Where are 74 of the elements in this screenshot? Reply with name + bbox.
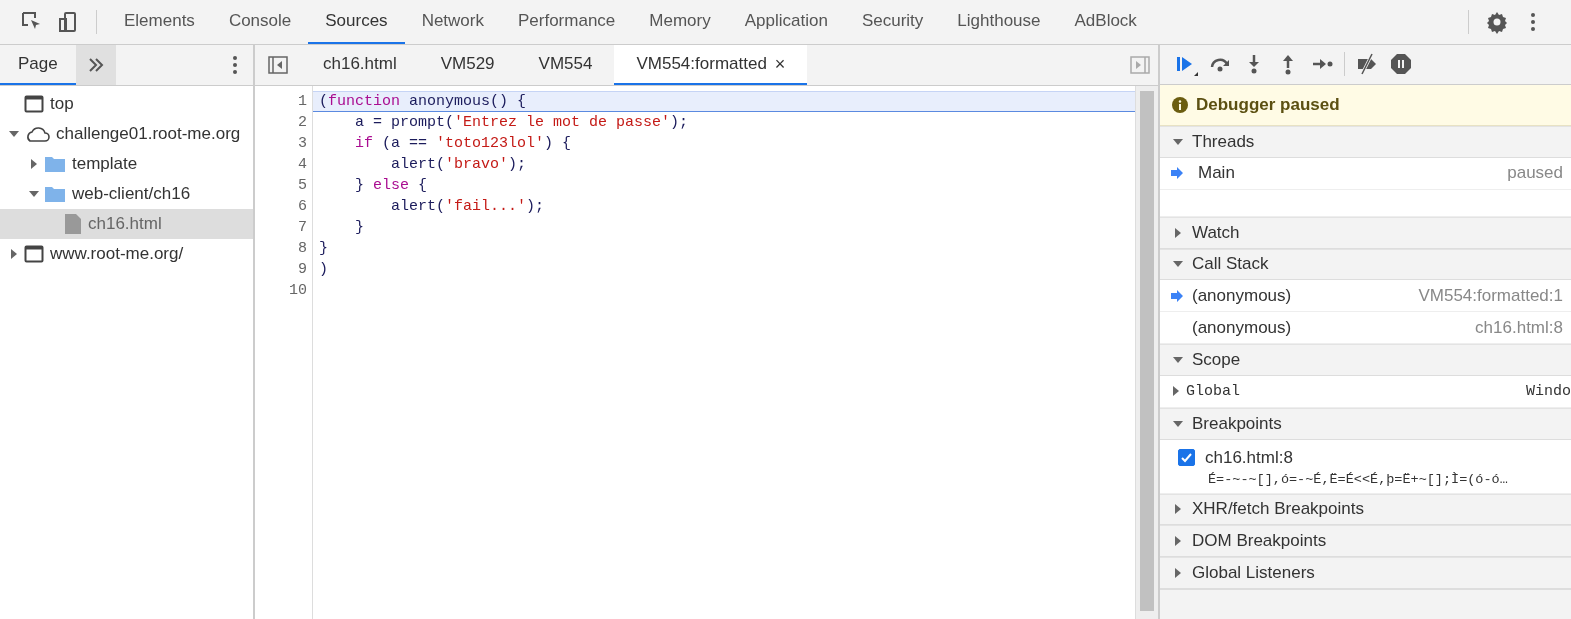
panel-tab[interactable]: AdBlock (1057, 0, 1154, 44)
call-frame[interactable]: (anonymous) VM554:formatted:1 (1160, 280, 1571, 313)
line-number: 2 (297, 113, 308, 133)
panel-tab[interactable]: Network (404, 0, 501, 44)
folder-icon (44, 185, 66, 203)
tree-label: ch16.html (88, 214, 162, 234)
line-number: 4 (297, 155, 308, 175)
tree-item[interactable]: challenge01.root-me.org (0, 119, 253, 149)
scope-row[interactable]: Global Windo (1160, 375, 1571, 408)
line-number: 1 (297, 92, 308, 112)
panel-tab[interactable]: Memory (632, 0, 728, 44)
current-frame-arrow-icon (1170, 166, 1184, 181)
code-line: if (a == 'toto123lol') { (354, 134, 573, 154)
code-line: alert('bravo'); (390, 155, 528, 175)
debugger-status: Debugger paused (1196, 94, 1340, 115)
tree-label: top (50, 94, 74, 114)
panel-tab[interactable]: Performance (501, 0, 633, 44)
section-header[interactable]: Threads (1160, 126, 1571, 158)
line-number: 10 (288, 281, 308, 301)
line-number: 5 (297, 176, 308, 196)
code-line: } (318, 239, 329, 259)
scrollbar[interactable] (1135, 86, 1158, 619)
section-header[interactable]: Call Stack (1160, 248, 1571, 281)
breakpoint-checkbox[interactable] (1178, 449, 1195, 467)
section-header[interactable]: Scope (1160, 344, 1571, 376)
deactivate-breakpoints-icon[interactable] (1355, 52, 1379, 77)
folder-icon (44, 155, 66, 173)
section-header[interactable]: Watch (1160, 216, 1571, 249)
file-tab[interactable]: ch16.html (301, 45, 419, 85)
thread-row[interactable]: Main paused (1160, 157, 1571, 190)
breakpoint-item[interactable]: ch16.html:8 É=-~-~[],ó=-~É,Ë=É<<É,þ=Ë+~[];Ì=(ó-ó… (1160, 439, 1571, 494)
section-header[interactable]: XHR/fetch Breakpoints (1160, 493, 1571, 526)
code-line: } (354, 218, 365, 238)
code-line: } else { (354, 176, 429, 196)
more-tabs-icon[interactable] (86, 56, 105, 74)
info-icon (1172, 96, 1188, 113)
panel-tab[interactable]: Elements (107, 0, 212, 44)
tree-label: challenge01.root-me.org (56, 124, 241, 144)
pause-on-exceptions-icon[interactable] (1389, 52, 1413, 77)
frame-icon (24, 95, 44, 113)
settings-icon[interactable] (1485, 10, 1509, 34)
file-tab[interactable]: VM554:formatted × (614, 45, 808, 85)
code-line: ) (318, 260, 329, 280)
toggle-debugger-icon[interactable] (1128, 53, 1152, 77)
tree-label: www.root-me.org/ (50, 244, 184, 264)
line-number: 7 (297, 218, 308, 238)
tree-label: web-client/ch16 (72, 184, 191, 204)
cloud-icon (24, 125, 50, 143)
tree-label: template (72, 154, 138, 174)
line-number: 6 (297, 197, 308, 217)
section-header[interactable]: DOM Breakpoints (1160, 525, 1571, 558)
tree-item[interactable]: www.root-me.org/ (0, 239, 253, 269)
tree-item[interactable]: ch16.html (0, 209, 253, 239)
close-tab-button[interactable]: × (774, 53, 786, 75)
tree-item[interactable]: web-client/ch16 (0, 179, 253, 209)
toggle-navigator-icon[interactable] (266, 53, 290, 77)
code-line: alert('fail...'); (390, 197, 546, 217)
section-header[interactable]: Breakpoints (1160, 407, 1571, 440)
panel-tab[interactable]: Console (211, 0, 309, 44)
file-tab[interactable]: VM529 (418, 45, 517, 85)
code-line: a = prompt('Entrez le mot de passe'); (354, 113, 690, 133)
tree-item[interactable]: template (0, 149, 253, 179)
panel-tab[interactable]: Application (727, 0, 845, 44)
file-tab[interactable]: VM554 (516, 45, 615, 85)
section-header[interactable]: Global Listeners (1160, 557, 1571, 590)
file-icon (64, 213, 82, 235)
panel-tab[interactable]: Lighthouse (940, 0, 1058, 44)
panel-tab[interactable]: Security (844, 0, 941, 44)
frame-icon (24, 245, 44, 263)
line-number: 8 (297, 239, 308, 259)
current-frame-arrow-icon (1170, 288, 1184, 303)
line-number: 3 (297, 134, 308, 154)
line-number: 9 (297, 260, 308, 280)
tree-item[interactable]: top (0, 89, 253, 119)
